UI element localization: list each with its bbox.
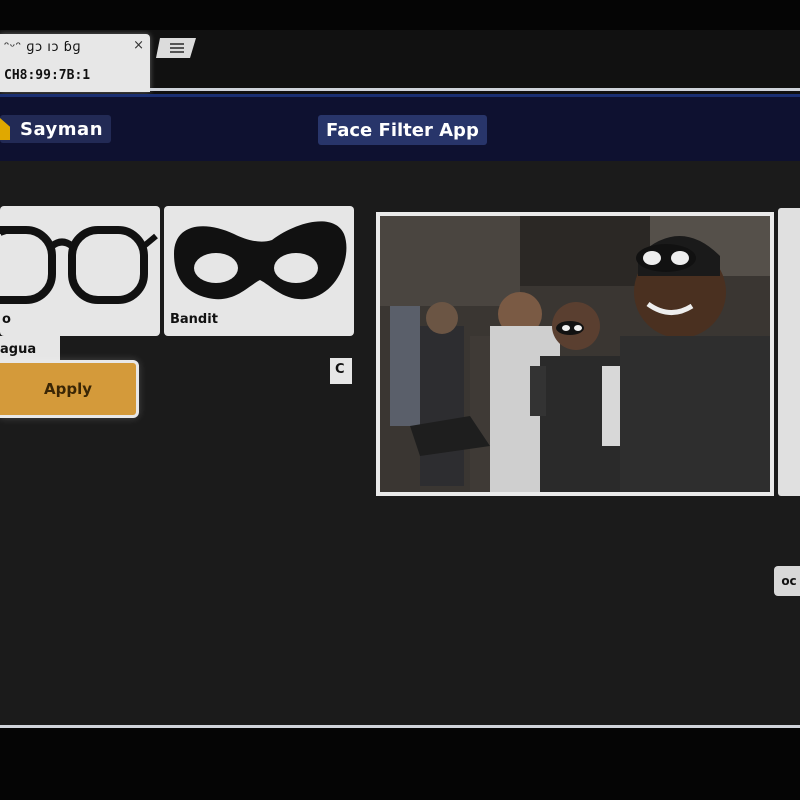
side-panel (778, 208, 800, 496)
app-window: ᵔᵕᵔ ɡɔ ıɔ ɓɡ × CH8:99:7B:1 Sayman Face F… (0, 30, 800, 728)
apply-button[interactable]: Apply (0, 360, 139, 418)
mask-icon (174, 221, 347, 300)
browser-tab[interactable]: ᵔᵕᵔ ɡɔ ıɔ ɓɡ × CH8:99:7B:1 (0, 34, 150, 92)
page-title: Face Filter App (318, 115, 487, 145)
filter-card-glasses[interactable]: o (0, 206, 160, 336)
filter-label-mask: Bandit (170, 312, 218, 327)
filter-sub-label: agua (0, 342, 37, 357)
mini-tag: C (330, 358, 352, 384)
navbar: Sayman Face Filter App (0, 94, 800, 161)
filters-panel: o Bandit agua C (0, 206, 354, 384)
brand-label: Sayman (20, 118, 104, 140)
brand[interactable]: Sayman (0, 115, 112, 143)
filter-label-glasses: o (2, 312, 11, 327)
corner-badge: oc (774, 566, 800, 596)
close-icon[interactable]: × (133, 38, 144, 53)
filter-card-mask[interactable]: Bandit (164, 206, 354, 336)
mini-tag-label: C (335, 362, 345, 377)
glasses-icon (0, 226, 158, 304)
tab-url: CH8:99:7B:1 (4, 68, 91, 83)
browser-tabstrip: ᵔᵕᵔ ɡɔ ıɔ ɓɡ × CH8:99:7B:1 (0, 30, 800, 94)
tab-title: ᵔᵕᵔ ɡɔ ıɔ ɓɡ (4, 40, 82, 55)
tabstrip-divider (150, 88, 800, 91)
camera-image (380, 216, 770, 492)
new-tab-icon[interactable] (156, 38, 196, 58)
camera-preview (376, 212, 774, 496)
logo-icon (0, 118, 10, 140)
